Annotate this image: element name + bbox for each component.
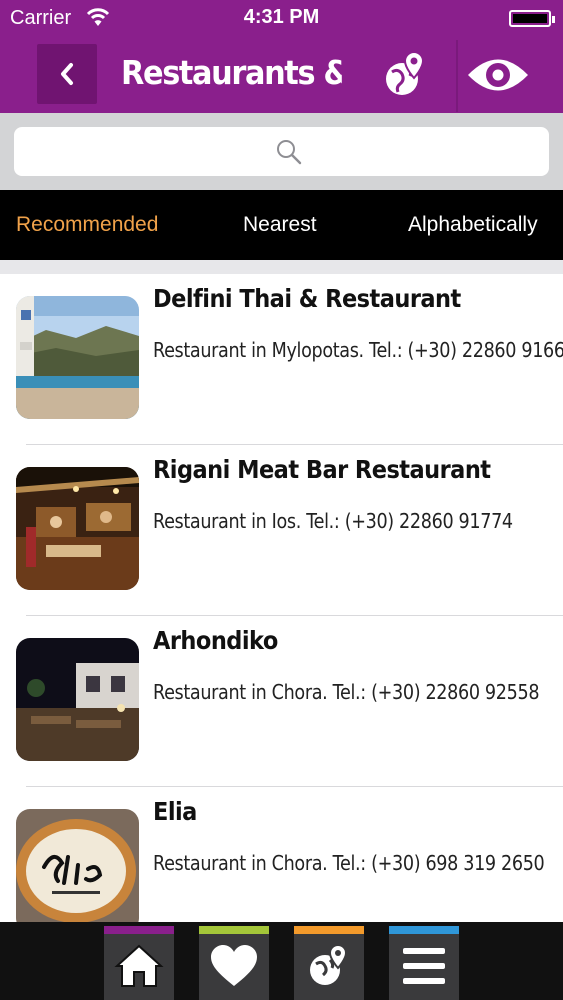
tab-color-strip: [104, 926, 174, 934]
tab-map[interactable]: [294, 926, 364, 1000]
sort-divider: [0, 260, 563, 274]
restaurant-photo: [16, 467, 139, 590]
restaurant-logo: [16, 809, 139, 922]
home-icon: [114, 944, 164, 987]
page-title: Restaurants &...: [121, 53, 342, 92]
sort-tabs: Recommended Nearest Alphabetically: [0, 190, 563, 260]
tab-alphabetically[interactable]: Alphabetically: [408, 190, 538, 260]
search-icon: [277, 140, 302, 165]
chevron-left-icon: [61, 63, 73, 85]
restaurant-name: Delfini Thai & Restaurant: [153, 284, 461, 313]
battery-icon: [509, 10, 555, 27]
restaurant-name: Arhondiko: [153, 626, 278, 655]
tab-nearest[interactable]: Nearest: [243, 190, 317, 260]
tab-recommended[interactable]: Recommended: [16, 190, 158, 260]
restaurant-description: Restaurant in Mylopotas. Tel.: (+30) 228…: [153, 338, 563, 362]
list-item[interactable]: Arhondiko Restaurant in Chora. Tel.: (+3…: [0, 616, 563, 787]
tab-color-strip: [294, 926, 364, 934]
status-time: 4:31 PM: [243, 6, 320, 28]
bottom-tab-bar: [0, 922, 563, 1000]
tab-color-strip: [389, 926, 459, 934]
tab-favorites[interactable]: [199, 926, 269, 1000]
restaurant-list: Delfini Thai & Restaurant Restaurant in …: [0, 274, 563, 922]
restaurant-description: Restaurant in Chora. Tel.: (+30) 22860 9…: [153, 680, 540, 704]
restaurant-photo: [16, 296, 139, 419]
list-item[interactable]: Elia Restaurant in Chora. Tel.: (+30) 69…: [0, 787, 563, 922]
search-input[interactable]: [14, 127, 549, 176]
back-button[interactable]: [37, 44, 97, 104]
tab-color-strip: [199, 926, 269, 934]
tab-home[interactable]: [104, 926, 174, 1000]
restaurant-description: Restaurant in Ios. Tel.: (+30) 22860 917…: [153, 509, 513, 533]
restaurant-description: Restaurant in Chora. Tel.: (+30) 698 319…: [153, 851, 545, 875]
search-bar: [0, 113, 563, 190]
status-bar: Carrier 4:31 PM: [0, 0, 563, 36]
tab-menu[interactable]: [389, 926, 459, 1000]
restaurant-name: Elia: [153, 797, 197, 826]
globe-pin-icon: [310, 943, 348, 985]
header-bar: Carrier 4:31 PM Restaurants &...: [0, 0, 563, 113]
header-separator: [456, 40, 458, 112]
restaurant-photo: [16, 638, 139, 761]
heart-icon: [211, 945, 257, 986]
restaurant-name: Rigani Meat Bar Restaurant: [153, 455, 491, 484]
eye-icon[interactable]: [466, 52, 530, 98]
menu-icon: [403, 948, 445, 984]
list-item[interactable]: Rigani Meat Bar Restaurant Restaurant in…: [0, 445, 563, 616]
globe-pin-icon[interactable]: [378, 46, 434, 102]
list-item[interactable]: Delfini Thai & Restaurant Restaurant in …: [0, 274, 563, 445]
